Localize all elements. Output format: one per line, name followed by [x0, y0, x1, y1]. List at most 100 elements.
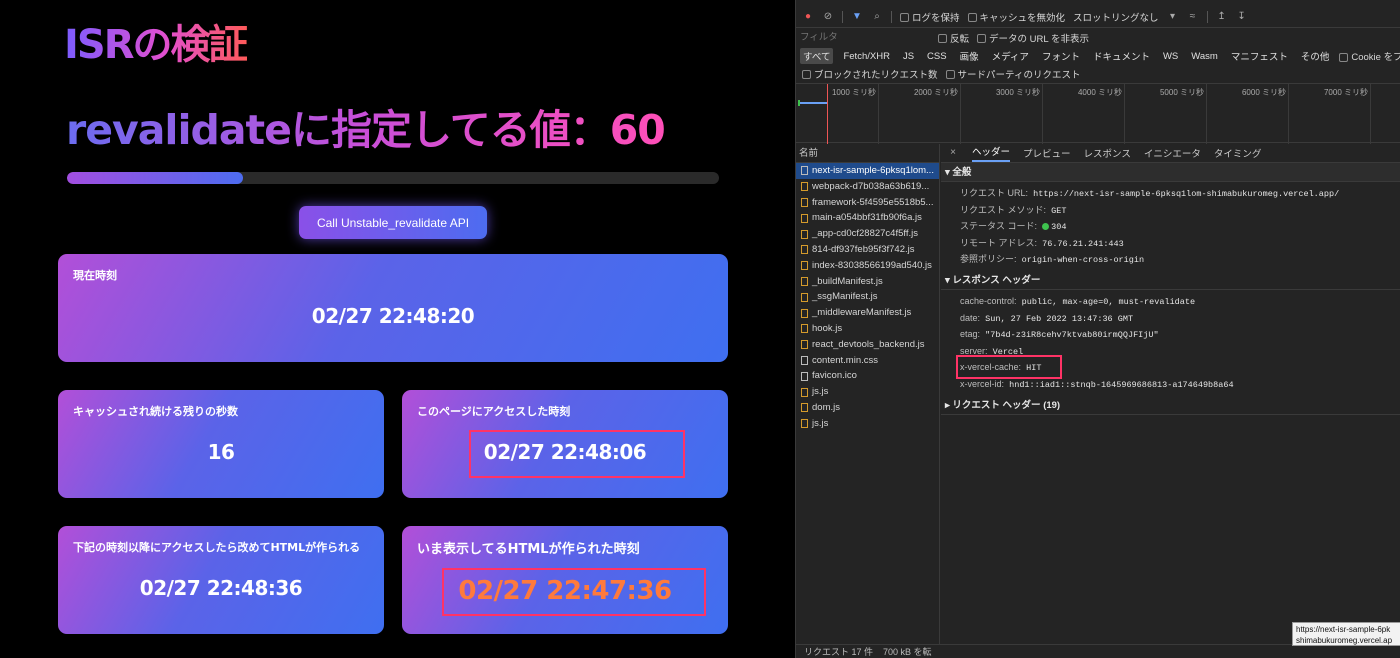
chevron-down-icon[interactable]: ▾: [1167, 11, 1179, 23]
load-marker: [827, 84, 828, 144]
request-detail: × ヘッダー プレビュー レスポンス イニシエータ タイミング ▾ 全般 リクエスト U…: [941, 144, 1400, 644]
request-row[interactable]: _buildManifest.js: [796, 274, 939, 290]
devtools-network-panel: ● ⊘ ▼ ⌕ ログを保持 キャッシュを無効化 スロットリングなし ▾ ≈ ↥ …: [795, 0, 1400, 658]
access-time-label: このページにアクセスした時刻: [417, 405, 571, 418]
request-row[interactable]: content.min.css: [796, 353, 939, 369]
request-row[interactable]: _ssgManifest.js: [796, 289, 939, 305]
network-conditions-icon[interactable]: ≈: [1187, 11, 1199, 23]
tab-2[interactable]: レスポンス: [1084, 146, 1131, 160]
type-filter-1[interactable]: Fetch/XHR: [840, 50, 892, 63]
type-filter-7[interactable]: ドキュメント: [1090, 48, 1153, 64]
block-cookies-checkbox[interactable]: Cookie をブロックしました: [1339, 49, 1400, 63]
current-time-card: 現在時刻 02/27 22:48:20: [58, 254, 728, 362]
request-row[interactable]: _app-cd0cf28827c4f5ff.js: [796, 226, 939, 242]
tab-3[interactable]: イニシエータ: [1144, 146, 1201, 160]
request-name: index-83038566199ad540.js: [812, 259, 932, 271]
record-icon[interactable]: ●: [802, 11, 814, 23]
detail-tabs: × ヘッダー プレビュー レスポンス イニシエータ タイミング: [941, 144, 1400, 163]
network-timeline[interactable]: 1000 ミリ秒 2000 ミリ秒 3000 ミリ秒 4000 ミリ秒 5000 ミリ秒…: [796, 83, 1400, 144]
call-revalidate-api-button[interactable]: Call Unstable_revalidate API: [299, 206, 487, 239]
page-title: ISRの検証: [64, 12, 248, 70]
filter-input[interactable]: [800, 30, 930, 45]
timeline-bar: [799, 102, 827, 104]
type-filter-4[interactable]: 画像: [957, 48, 982, 64]
access-time-card: このページにアクセスした時刻 02/27 22:48:06: [402, 390, 728, 498]
script-file-icon: [801, 387, 808, 397]
resource-type-filters: すべて Fetch/XHR JS CSS 画像 メディア フォント ドキュメント WS Wasm マ…: [796, 47, 1400, 65]
blocked-requests-checkbox[interactable]: ブロックされたリクエスト数: [802, 67, 938, 81]
status-code-row: ステータス コード: 304: [960, 221, 1067, 233]
type-filter-8[interactable]: WS: [1160, 50, 1181, 63]
request-name: 814-df937feb95f3f742.js: [812, 243, 915, 255]
request-name: favicon.ico: [812, 370, 857, 382]
script-file-icon: [801, 340, 808, 350]
request-name: main-a054bbf31fb90f6a.js: [812, 212, 922, 224]
isr-demo-app: ISRの検証 revalidateに指定してる値：60 Call Unstabl…: [0, 0, 795, 658]
request-name: _buildManifest.js: [812, 275, 883, 287]
type-filter-2[interactable]: JS: [900, 50, 917, 63]
response-header-row: cache-control: public, max-age=0, must-r…: [960, 295, 1196, 307]
timeline-tick: 5000 ミリ秒: [1160, 84, 1207, 144]
name-column-header[interactable]: 名前: [796, 144, 939, 163]
request-row[interactable]: webpack-d7b038a63b619...: [796, 179, 939, 195]
built-time-highlight: [442, 568, 706, 616]
tab-1[interactable]: プレビュー: [1023, 146, 1071, 160]
referrer-policy-row: 参照ポリシー: origin-when-cross-origin: [960, 254, 1145, 266]
type-filter-11[interactable]: その他: [1298, 48, 1333, 64]
throttling-select[interactable]: スロットリングなし: [1073, 10, 1159, 24]
request-row[interactable]: _middlewareManifest.js: [796, 305, 939, 321]
request-name: _app-cd0cf28827c4f5ff.js: [812, 228, 918, 240]
script-file-icon: [801, 213, 808, 223]
request-row[interactable]: hook.js: [796, 321, 939, 337]
request-row[interactable]: js.js: [796, 416, 939, 432]
request-row[interactable]: react_devtools_backend.js: [796, 337, 939, 353]
request-method-row: リクエスト メソッド: GET: [960, 204, 1067, 216]
tab-4[interactable]: タイミング: [1214, 146, 1262, 160]
preserve-log-checkbox[interactable]: ログを保持: [900, 10, 960, 24]
script-file-icon: [801, 292, 808, 302]
request-name: hook.js: [812, 322, 843, 334]
type-filter-0[interactable]: すべて: [800, 48, 834, 64]
hide-data-urls-checkbox[interactable]: データの URL を非表示: [977, 31, 1089, 45]
clear-icon[interactable]: ⊘: [822, 11, 834, 23]
tab-0[interactable]: ヘッダー: [972, 144, 1011, 162]
request-name: js.js: [812, 417, 829, 429]
request-row[interactable]: framework-5f4595e5518b5...: [796, 195, 939, 211]
upload-har-icon[interactable]: ↥: [1216, 11, 1228, 23]
request-name: next-isr-sample-6pksq1lom...: [812, 165, 934, 176]
request-row[interactable]: main-a054bbf31fb90f6a.js: [796, 210, 939, 226]
request-row[interactable]: index-83038566199ad540.js: [796, 258, 939, 274]
request-row[interactable]: js.js: [796, 384, 939, 400]
script-file-icon: [801, 324, 808, 334]
download-har-icon[interactable]: ↧: [1236, 11, 1248, 23]
script-file-icon: [801, 419, 808, 429]
response-headers-section-header[interactable]: ▾ レスポンス ヘッダー: [941, 271, 1400, 290]
close-icon[interactable]: ×: [947, 147, 959, 159]
request-name: webpack-d7b038a63b619...: [812, 180, 930, 192]
request-row[interactable]: next-isr-sample-6pksq1lom...: [796, 163, 939, 179]
script-file-icon: [801, 276, 808, 286]
invert-checkbox[interactable]: 反転: [938, 31, 969, 45]
type-filter-5[interactable]: メディア: [989, 48, 1032, 64]
request-headers-section-header[interactable]: ▸ リクエスト ヘッダー (19): [941, 396, 1400, 415]
filter-icon[interactable]: ▼: [851, 11, 863, 23]
type-filter-10[interactable]: マニフェスト: [1228, 48, 1291, 64]
disable-cache-checkbox[interactable]: キャッシュを無効化: [967, 10, 1065, 24]
script-file-icon: [801, 403, 808, 413]
timeline-tick: 1000 ミリ秒: [832, 84, 879, 144]
request-row[interactable]: dom.js: [796, 400, 939, 416]
request-row[interactable]: 814-df937feb95f3f742.js: [796, 242, 939, 258]
request-name: js.js: [812, 386, 829, 398]
type-filter-3[interactable]: CSS: [924, 50, 950, 63]
third-party-checkbox[interactable]: サードパーティのリクエスト: [945, 67, 1080, 81]
next-build-card: 下記の時刻以降にアクセスしたら改めてHTMLが作られる 02/27 22:48:…: [58, 526, 384, 634]
type-filter-9[interactable]: Wasm: [1188, 50, 1221, 63]
request-row[interactable]: favicon.ico: [796, 368, 939, 384]
search-icon[interactable]: ⌕: [871, 11, 883, 23]
general-section-header[interactable]: ▾ 全般: [941, 163, 1400, 182]
type-filter-6[interactable]: フォント: [1039, 48, 1083, 64]
timeline-tick: 7000 ミリ秒: [1324, 84, 1371, 144]
status-dot-icon: [1042, 223, 1050, 231]
request-url-row: リクエスト URL: https://next-isr-sample-6pksq…: [960, 188, 1340, 199]
request-name: _middlewareManifest.js: [812, 307, 912, 319]
